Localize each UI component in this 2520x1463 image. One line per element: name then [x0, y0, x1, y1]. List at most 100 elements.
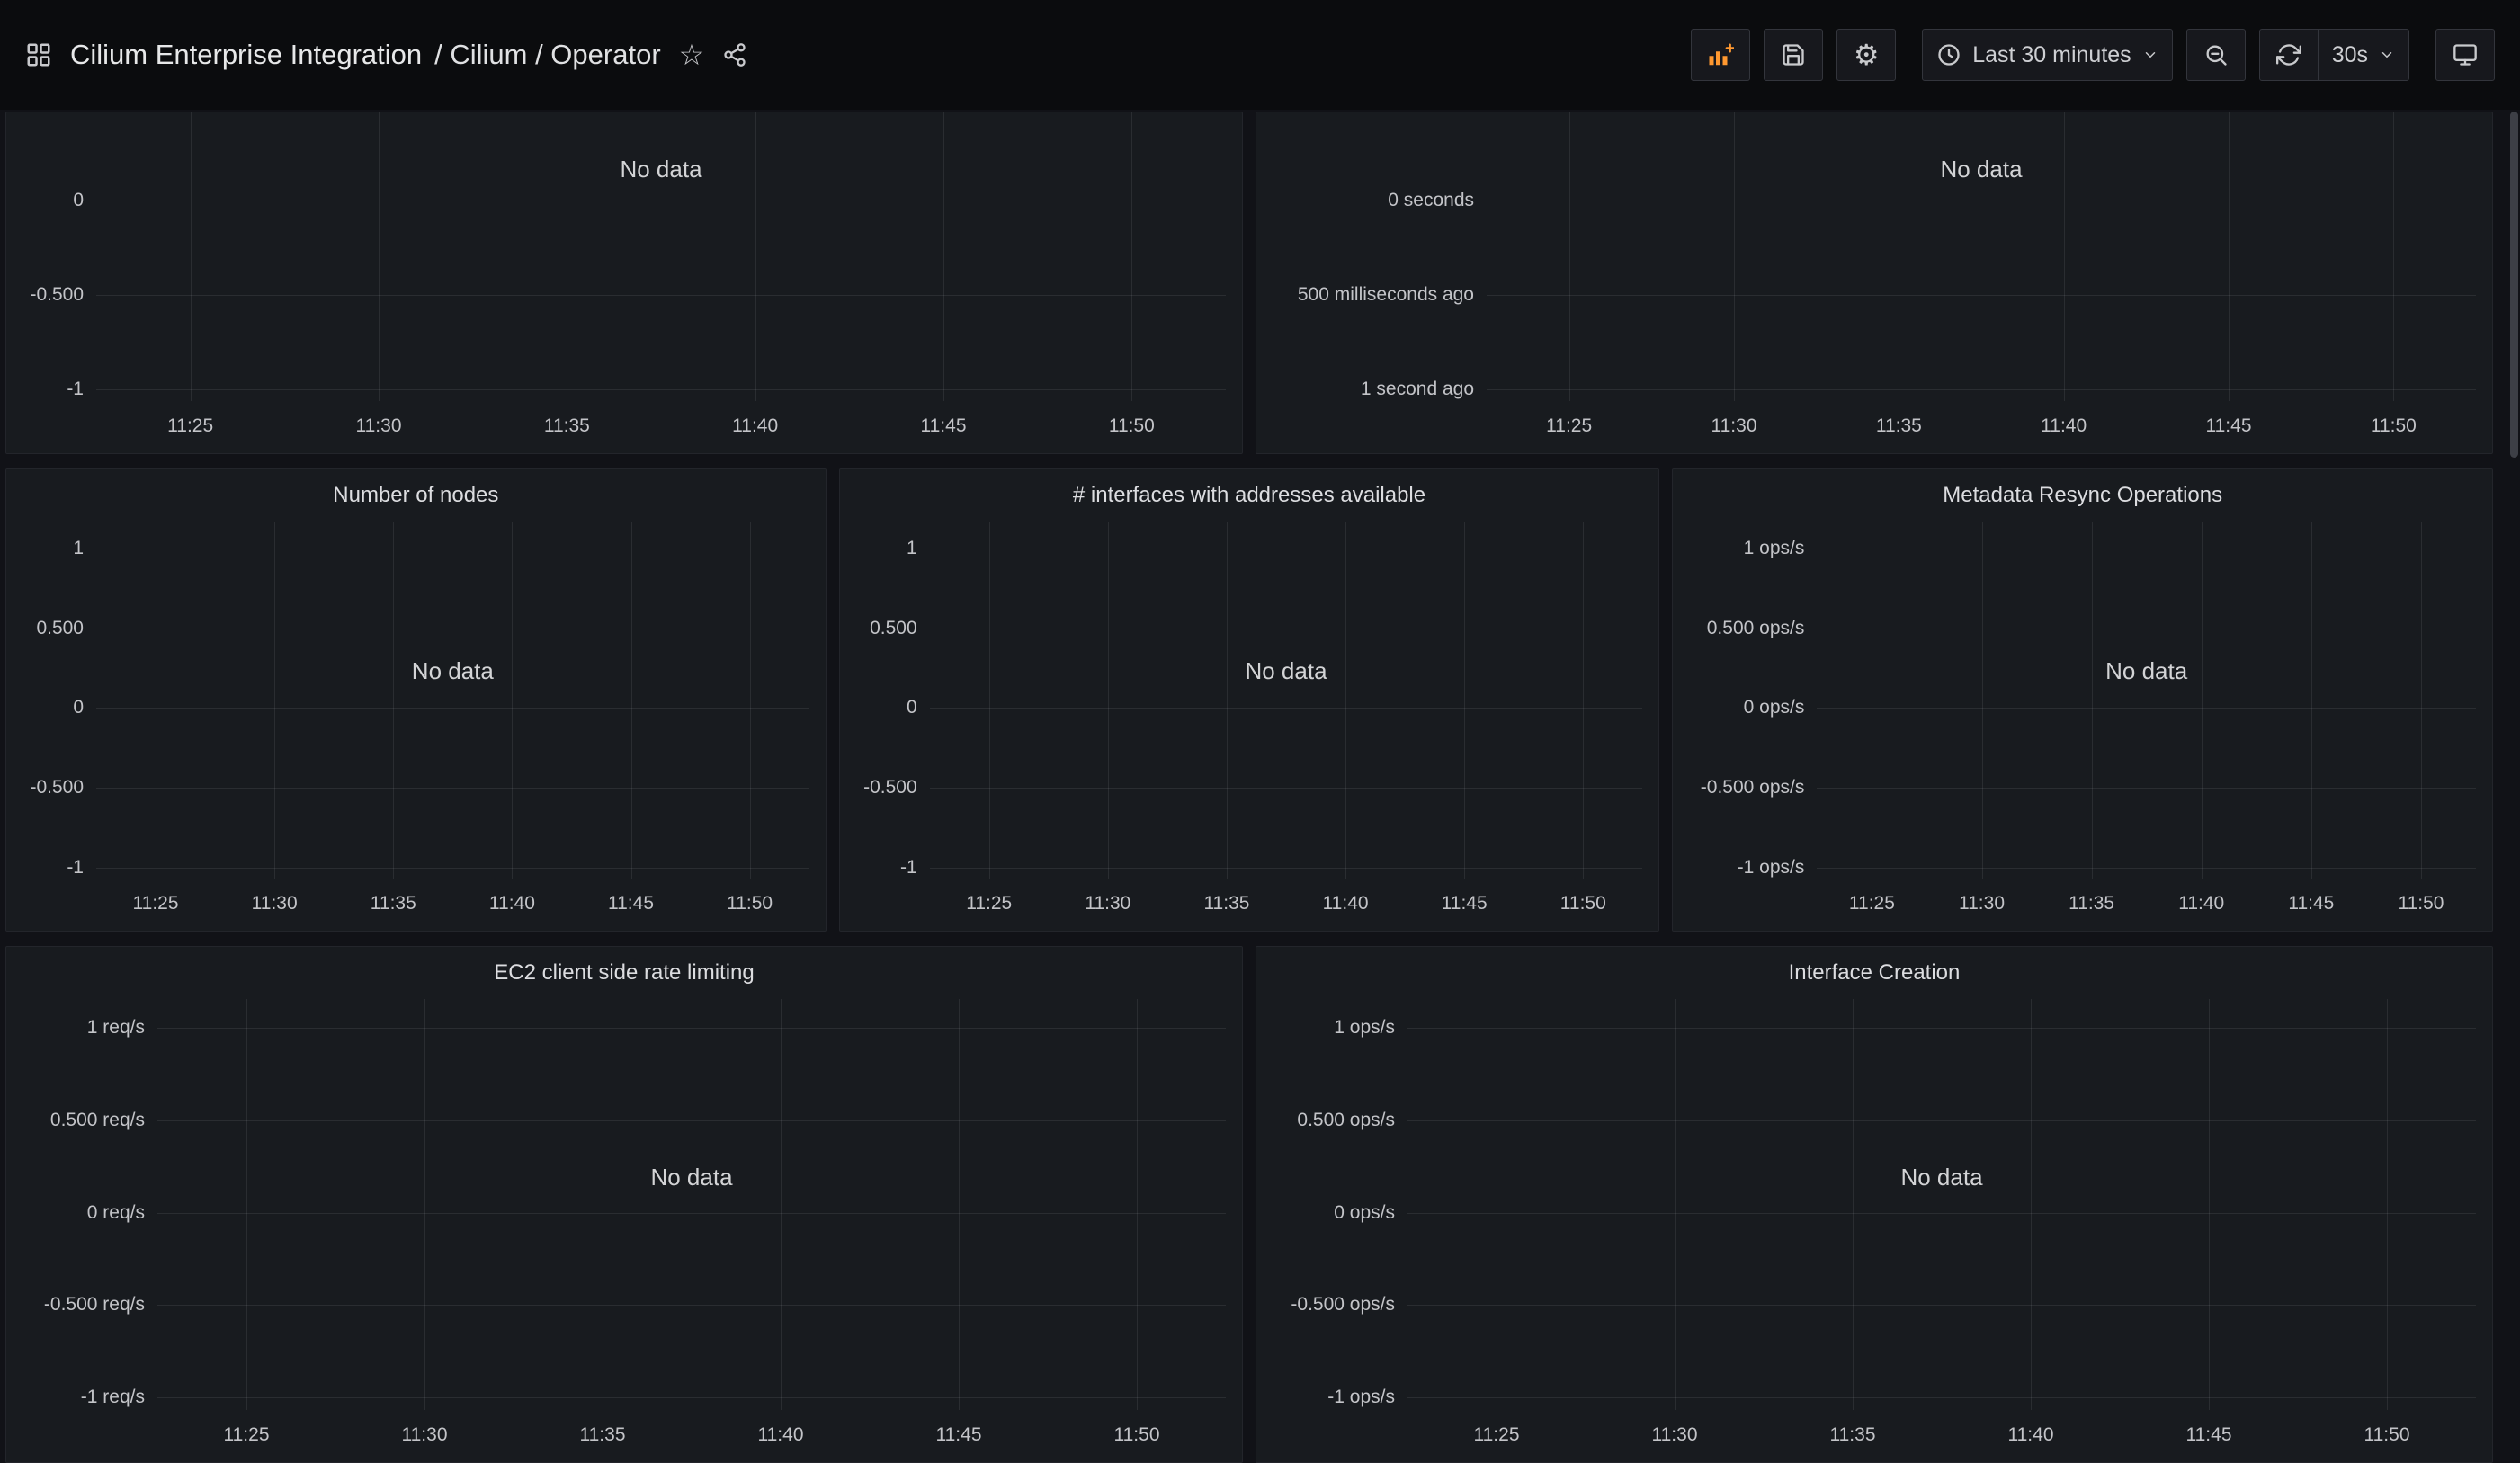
gridline-horizontal: [96, 389, 1226, 390]
toolbar-actions: ⚙ Last 30 minutes: [1691, 29, 2495, 81]
x-tick-label: 11:50: [2364, 1424, 2410, 1446]
panel-timeseries-cropped-2[interactable]: 0 seconds500 milliseconds ago1 second ag…: [1256, 112, 2493, 454]
gridline-vertical: [1734, 112, 1735, 401]
panel-timeseries-cropped-1[interactable]: 0-0.500-1 No data 11:2511:3011:3511:4011…: [5, 112, 1243, 454]
x-tick-label: 11:35: [544, 415, 590, 437]
x-tick-label: 11:50: [2371, 415, 2417, 437]
breadcrumb-path[interactable]: / Cilium / Operator: [434, 39, 661, 71]
scrollbar-thumb[interactable]: [2510, 112, 2518, 458]
axis-corner: [1264, 401, 1487, 448]
x-tick-label: 11:40: [758, 1424, 804, 1446]
panel-ec2-rate-limiting[interactable]: EC2 client side rate limiting 1 req/s0.5…: [5, 946, 1243, 1463]
panel-metadata-resync-operations[interactable]: Metadata Resync Operations 1 ops/s0.500 …: [1672, 468, 2493, 932]
gridline-horizontal: [157, 1305, 1226, 1306]
x-tick-label: 11:45: [2206, 415, 2252, 437]
save-dashboard-button[interactable]: [1764, 29, 1823, 81]
y-tick-label: 0.500: [870, 618, 917, 639]
x-tick-label: 11:35: [1830, 1424, 1876, 1446]
zoom-out-button[interactable]: [2186, 29, 2246, 81]
gridline-vertical: [1227, 522, 1228, 879]
panel-title[interactable]: # interfaces with addresses available: [840, 469, 1659, 522]
no-data-label: No data: [1245, 657, 1327, 685]
panel-interface-creation[interactable]: Interface Creation 1 ops/s0.500 ops/s0 o…: [1256, 946, 2493, 1463]
no-data-label: No data: [650, 1164, 732, 1191]
plot: 10.5000-0.500-1 No data 11:2511:3011:351…: [840, 522, 1659, 931]
no-data-label: No data: [2105, 657, 2187, 685]
panel-interfaces-with-addresses[interactable]: # interfaces with addresses available 1 0…: [839, 468, 1660, 932]
plot-grid-area: No data: [930, 522, 1643, 879]
gridline-vertical: [1569, 112, 1570, 401]
x-tick-label: 11:45: [608, 893, 654, 914]
y-tick-label: 1: [907, 538, 917, 559]
gridline-vertical: [1853, 999, 1854, 1410]
gridline-vertical: [393, 522, 394, 879]
x-axis: 11:2511:3011:3511:4011:4511:50: [1407, 1410, 2476, 1457]
x-tick-label: 11:40: [732, 415, 778, 437]
share-icon[interactable]: [722, 42, 747, 67]
star-icon[interactable]: ☆: [679, 40, 705, 69]
y-tick-label: -0.500: [863, 777, 917, 798]
plot: 1 ops/s0.500 ops/s0 ops/s-0.500 ops/s-1 …: [1673, 522, 2492, 931]
no-data-label: No data: [1940, 156, 2022, 183]
y-tick-label: 0 req/s: [87, 1202, 145, 1224]
panel-number-of-nodes[interactable]: Number of nodes 10.5000-0.500-1 No data …: [5, 468, 827, 932]
gridline-horizontal: [96, 868, 809, 869]
x-tick-label: 11:35: [580, 1424, 626, 1446]
y-tick-label: 0: [73, 190, 84, 211]
x-tick-label: 11:40: [2008, 1424, 2054, 1446]
panel-title[interactable]: Number of nodes: [6, 469, 826, 522]
y-axis: 1 ops/s0.500 ops/s0 ops/s-0.500 ops/s-1 …: [1264, 999, 1407, 1410]
add-panel-button[interactable]: [1691, 29, 1750, 81]
panel-title[interactable]: Metadata Resync Operations: [1673, 469, 2492, 522]
x-tick-label: 11:45: [2288, 893, 2334, 914]
panel-title[interactable]: EC2 client side rate limiting: [6, 947, 1242, 999]
y-tick-label: -1: [900, 857, 917, 879]
plot-grid-area: No data: [157, 999, 1226, 1410]
y-tick-label: 500 milliseconds ago: [1298, 284, 1474, 306]
gridline-horizontal: [1487, 295, 2476, 296]
y-axis: 1 ops/s0.500 ops/s0 ops/s-0.500 ops/s-1 …: [1680, 522, 1817, 879]
x-tick-label: 11:50: [727, 893, 773, 914]
refresh-interval-button[interactable]: 30s: [2319, 29, 2409, 81]
gridline-horizontal: [157, 1213, 1226, 1214]
y-axis: 10.5000-0.500-1: [847, 522, 930, 879]
no-data-label: No data: [620, 156, 701, 183]
gridline-vertical: [191, 112, 192, 401]
refresh-button[interactable]: [2259, 29, 2319, 81]
chevron-down-icon: [2379, 47, 2395, 63]
apps-grid-icon[interactable]: [25, 41, 52, 68]
panel-title[interactable]: Interface Creation: [1256, 947, 2492, 999]
dashboard-settings-button[interactable]: ⚙: [1836, 29, 1896, 81]
time-range-picker[interactable]: Last 30 minutes: [1922, 29, 2173, 81]
gridline-vertical: [959, 999, 960, 1410]
refresh-control: 30s: [2259, 29, 2409, 81]
x-tick-label: 11:30: [1085, 893, 1130, 914]
y-tick-label: 1 ops/s: [1334, 1017, 1395, 1039]
y-tick-label: 0 seconds: [1388, 190, 1474, 211]
gridline-vertical: [1675, 999, 1676, 1410]
y-tick-label: -1 ops/s: [1327, 1387, 1395, 1408]
x-tick-label: 11:30: [1652, 1424, 1698, 1446]
gridline-horizontal: [157, 1120, 1226, 1121]
plot: 10.5000-0.500-1 No data 11:2511:3011:351…: [6, 522, 826, 931]
gridline-vertical: [1583, 522, 1584, 879]
gridline-vertical: [1345, 522, 1346, 879]
gridline-vertical: [631, 522, 632, 879]
y-tick-label: 1 req/s: [87, 1017, 145, 1039]
y-tick-label: 0: [73, 697, 84, 718]
x-tick-label: 11:45: [921, 415, 967, 437]
dashboard-name[interactable]: Cilium Enterprise Integration: [70, 39, 422, 71]
x-axis: 11:2511:3011:3511:4011:4511:50: [1487, 401, 2476, 448]
top-nav-bar: Cilium Enterprise Integration / Cilium /…: [0, 0, 2520, 110]
gridline-vertical: [750, 522, 751, 879]
no-data-label: No data: [1900, 1164, 1982, 1191]
y-axis: 1 req/s0.500 req/s0 req/s-0.500 req/s-1 …: [13, 999, 157, 1410]
x-tick-label: 11:40: [489, 893, 535, 914]
kiosk-mode-button[interactable]: [2435, 29, 2495, 81]
save-icon: [1781, 42, 1806, 67]
gridline-vertical: [246, 999, 247, 1410]
gridline-vertical: [2229, 112, 2230, 401]
y-tick-label: -0.500: [30, 777, 84, 798]
gridline-vertical: [1108, 522, 1109, 879]
gridline-vertical: [2064, 112, 2065, 401]
